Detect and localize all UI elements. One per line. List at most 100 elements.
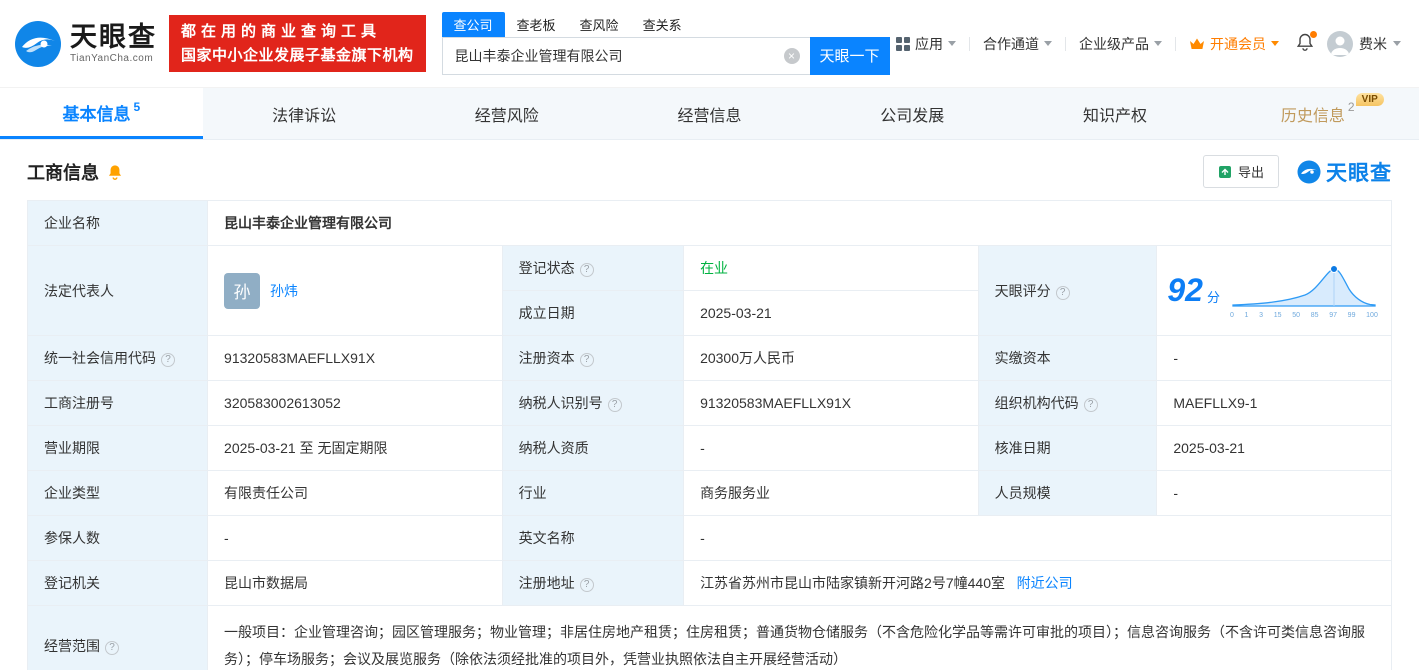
field-label-reg-capital: 注册资本 <box>501 335 685 381</box>
field-value-reg-status: 在业 <box>683 245 979 291</box>
reg-address-text: 江苏省苏州市昆山市陆家镇新开河路2号7幢440室 <box>700 575 1005 591</box>
help-icon[interactable] <box>579 578 594 592</box>
notification-dot <box>1310 31 1317 38</box>
watermark-logo: 天眼查 <box>1297 157 1392 187</box>
subscribe-bell-icon[interactable] <box>107 164 123 180</box>
section-title: 工商信息 <box>27 162 99 183</box>
export-button[interactable]: 导出 <box>1202 155 1279 188</box>
field-value-reg-authority: 昆山市数据局 <box>207 560 503 606</box>
help-icon[interactable] <box>1083 398 1098 412</box>
user-name: 费米 <box>1359 35 1387 52</box>
vip-badge: VIP <box>1355 93 1384 106</box>
help-icon[interactable] <box>1055 285 1070 300</box>
notification-bell[interactable] <box>1296 31 1317 54</box>
menu-partner[interactable]: 合作通道 <box>983 34 1052 54</box>
company-nav-tabs: 基本信息 5 法律诉讼 经营风险 经营信息 公司发展 知识产权 历史信息 2 V… <box>0 88 1419 140</box>
field-label-org-code: 组织机构代码 <box>977 380 1158 426</box>
field-value-credit-code: 91320583MAEFLLX91X <box>207 335 503 381</box>
export-icon <box>1218 165 1231 178</box>
search-tabs: 查公司 查老板 查风险 查关系 <box>441 11 890 37</box>
field-value-business-term: 2025-03-21 至 无固定期限 <box>207 425 503 471</box>
field-label-staff-size: 人员规模 <box>977 470 1158 516</box>
field-label-reg-status: 登记状态 <box>501 245 685 291</box>
watermark-logo-icon <box>1297 160 1321 183</box>
field-label-company-name: 企业名称 <box>26 200 209 246</box>
field-label-insured-count: 参保人数 <box>26 515 209 561</box>
search-tab-relation[interactable]: 查关系 <box>643 12 682 37</box>
user-avatar <box>1327 30 1353 57</box>
field-label-company-type: 企业类型 <box>26 470 209 516</box>
brand-name: 天眼查 <box>70 22 157 53</box>
field-label-reg-number: 工商注册号 <box>26 380 209 426</box>
table-row: 企业名称 昆山丰泰企业管理有限公司 <box>26 200 1392 246</box>
tab-operation-info-label: 经营信息 <box>677 107 742 125</box>
search-input[interactable] <box>441 36 810 75</box>
user-menu[interactable]: 费米 <box>1327 30 1401 57</box>
field-label-credit-code: 统一社会信用代码 <box>26 335 209 381</box>
tab-legal-litigation[interactable]: 法律诉讼 <box>203 88 406 139</box>
menu-vip[interactable]: 开通会员 <box>1189 34 1279 54</box>
field-value-paid-capital: - <box>1156 335 1392 381</box>
field-label-business-scope: 经营范围 <box>26 604 209 670</box>
help-icon[interactable] <box>607 398 622 412</box>
field-label-score: 天眼评分 <box>977 245 1158 336</box>
axis-tick: 99 <box>1347 312 1356 319</box>
watermark-logo-text: 天眼查 <box>1326 161 1392 185</box>
field-label-establish-date: 成立日期 <box>501 290 685 336</box>
menu-vip-label: 开通会员 <box>1210 35 1266 52</box>
menu-apps[interactable]: 应用 <box>896 34 956 54</box>
menu-partner-label: 合作通道 <box>983 35 1039 52</box>
help-icon[interactable] <box>579 263 594 277</box>
axis-tick: 85 <box>1310 312 1319 319</box>
field-value-reg-address: 江苏省苏州市昆山市陆家镇新开河路2号7幢440室 附近公司 <box>683 560 1392 606</box>
tab-intellectual-property[interactable]: 知识产权 <box>1014 88 1217 139</box>
search-tab-risk[interactable]: 查风险 <box>580 12 619 37</box>
tab-basic-info-label: 基本信息 <box>62 104 131 124</box>
header: 天眼查 TianYanCha.com 都在用的商业查询工具 国家中小企业发展子基… <box>0 0 1419 88</box>
axis-tick: 50 <box>1292 312 1301 319</box>
section-actions: 导出 天眼查 <box>1202 155 1392 188</box>
table-row: 参保人数 - 英文名称 - <box>26 515 1392 561</box>
field-label-english-name: 英文名称 <box>501 515 685 561</box>
field-value-company-type: 有限责任公司 <box>207 470 503 516</box>
menu-enterprise[interactable]: 企业级产品 <box>1079 34 1162 54</box>
help-icon[interactable] <box>161 353 175 367</box>
tianyancha-logo[interactable]: 天眼查 TianYanCha.com <box>14 20 157 68</box>
field-value-company-name: 昆山丰泰企业管理有限公司 <box>207 200 1392 246</box>
brand-domain: TianYanCha.com <box>70 52 154 64</box>
tab-intellectual-property-label: 知识产权 <box>1082 107 1147 125</box>
tab-company-development[interactable]: 公司发展 <box>811 88 1014 139</box>
tab-legal-litigation-label: 法律诉讼 <box>272 107 337 125</box>
search-box: 天眼一下 <box>441 36 890 75</box>
tab-basic-info[interactable]: 基本信息 5 <box>0 88 203 139</box>
avatar-icon <box>1331 36 1349 55</box>
field-value-org-code: MAEFLLX9-1 <box>1156 380 1392 426</box>
tab-operation-info[interactable]: 经营信息 <box>608 88 811 139</box>
field-label-paid-capital: 实缴资本 <box>977 335 1158 381</box>
top-menu: 应用 合作通道 企业级产品 开通会员 费米 <box>896 30 1401 57</box>
tab-history-info-label: 历史信息 <box>1280 107 1345 125</box>
crown-icon <box>1190 38 1204 49</box>
search-area: 查公司 查老板 查风险 查关系 天眼一下 <box>441 11 890 75</box>
axis-tick: 97 <box>1329 312 1337 319</box>
help-icon[interactable] <box>105 640 119 655</box>
field-value-approval-date: 2025-03-21 <box>1156 425 1392 471</box>
help-icon[interactable] <box>579 353 594 367</box>
field-value-legal-rep: 孙 孙炜 <box>207 245 503 336</box>
chevron-down-icon <box>1393 41 1401 46</box>
field-label-taxpayer-quality: 纳税人资质 <box>501 425 685 471</box>
chevron-down-icon <box>1044 41 1052 46</box>
search-tab-boss[interactable]: 查老板 <box>517 12 556 37</box>
chevron-down-icon <box>948 41 956 46</box>
menu-apps-label: 应用 <box>915 35 943 52</box>
tab-history-info[interactable]: 历史信息 2 VIP <box>1216 88 1419 139</box>
search-tab-company[interactable]: 查公司 <box>441 11 505 37</box>
nearby-companies-link[interactable]: 附近公司 <box>1017 575 1073 591</box>
tab-operation-risk[interactable]: 经营风险 <box>405 88 608 139</box>
clear-icon[interactable] <box>783 47 800 64</box>
legal-rep-link[interactable]: 孙炜 <box>270 281 298 301</box>
search-button[interactable]: 天眼一下 <box>809 36 890 75</box>
business-info-table: 企业名称 昆山丰泰企业管理有限公司 法定代表人 孙 孙炜 登记状态 在业 天眼评… <box>26 200 1392 670</box>
table-row: 企业类型 有限责任公司 行业 商务服务业 人员规模 - <box>26 470 1392 516</box>
menu-divider <box>969 36 970 51</box>
